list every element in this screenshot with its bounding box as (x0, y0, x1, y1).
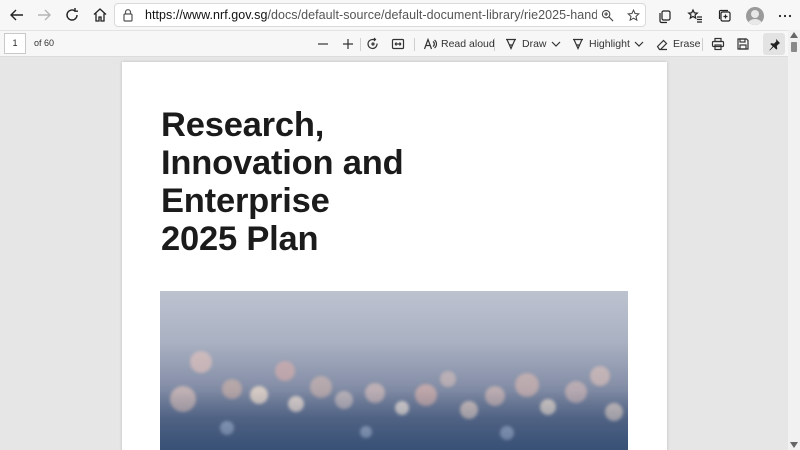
page-total-label: of 60 (34, 38, 55, 48)
toolbar-divider (702, 38, 703, 51)
chevron-down-icon (634, 41, 644, 47)
draw-options-dropdown[interactable] (549, 34, 563, 54)
title-line: Enterprise (161, 182, 330, 220)
toolbar-divider (494, 38, 495, 51)
title-line: 2025 Plan (161, 220, 319, 258)
chevron-down-icon (551, 41, 561, 47)
back-icon[interactable] (3, 1, 31, 29)
eraser-icon (656, 39, 668, 51)
forward-icon[interactable] (30, 1, 58, 29)
print-icon (711, 37, 725, 51)
minus-icon (318, 43, 328, 45)
draw-pen-icon (506, 38, 516, 50)
pdf-toolbar: 1 of 60 Read aloud Draw Highlight Erase (0, 30, 800, 57)
vertical-scrollbar[interactable] (788, 30, 800, 450)
highlighter-icon (573, 38, 583, 50)
browser-toolbar: https://www.nrf.gov.sg/docs/default-sour… (0, 0, 800, 30)
document-title: Research, Innovation and Enterprise 2025… (161, 106, 561, 258)
collections-icon[interactable] (710, 2, 740, 30)
toolbar-divider (414, 38, 415, 51)
pdf-viewer[interactable]: Research, Innovation and Enterprise 2025… (0, 57, 788, 450)
toolbar-divider (360, 38, 361, 51)
favorites-icon[interactable] (680, 2, 710, 30)
url-domain: https://www.nrf.gov.sg (145, 8, 268, 22)
erase-button[interactable]: Erase (655, 34, 700, 54)
read-aloud-icon (423, 37, 437, 50)
pdf-page: Research, Innovation and Enterprise 2025… (122, 62, 667, 450)
draw-label: Draw (522, 38, 547, 50)
highlight-button[interactable]: Highlight (571, 34, 630, 54)
read-aloud-button[interactable]: Read aloud (423, 34, 495, 54)
rotate-button[interactable] (366, 34, 380, 54)
scroll-up-icon[interactable] (790, 32, 798, 38)
url-path: /docs/default-source/default-document-li… (267, 8, 597, 22)
pin-icon (768, 38, 780, 51)
fit-page-button[interactable] (391, 34, 405, 54)
save-icon (737, 38, 749, 50)
favorite-star-icon[interactable] (623, 5, 643, 25)
zoom-in-button[interactable] (341, 34, 355, 54)
avatar (746, 7, 764, 25)
erase-label: Erase (673, 38, 701, 50)
plus-icon (343, 39, 353, 49)
lock-icon[interactable] (121, 8, 135, 22)
highlight-options-dropdown[interactable] (632, 34, 646, 54)
zoom-icon[interactable] (597, 5, 617, 25)
print-button[interactable] (711, 34, 725, 54)
profile-avatar[interactable] (740, 2, 770, 30)
address-bar[interactable]: https://www.nrf.gov.sg/docs/default-sour… (114, 3, 646, 27)
url-text[interactable]: https://www.nrf.gov.sg/docs/default-sour… (145, 8, 597, 22)
rotate-icon (367, 37, 378, 50)
refresh-icon[interactable] (58, 1, 86, 29)
scroll-thumb[interactable] (791, 42, 797, 52)
fit-page-icon (391, 38, 405, 50)
draw-button[interactable]: Draw (504, 34, 547, 54)
title-line: Research, (161, 106, 325, 144)
page-number-input[interactable]: 1 (4, 33, 26, 54)
pin-toolbar-button[interactable] (763, 33, 785, 55)
extensions-icon[interactable] (650, 2, 680, 30)
save-button[interactable] (736, 34, 750, 54)
zoom-out-button[interactable] (316, 34, 330, 54)
cover-photo (160, 291, 628, 450)
scroll-down-icon[interactable] (790, 442, 798, 448)
read-aloud-label: Read aloud (441, 38, 495, 50)
home-icon[interactable] (86, 1, 114, 29)
more-menu-icon[interactable] (770, 2, 800, 30)
photo-haze (160, 391, 628, 450)
title-line: Innovation and (161, 144, 404, 182)
highlight-label: Highlight (589, 38, 630, 50)
